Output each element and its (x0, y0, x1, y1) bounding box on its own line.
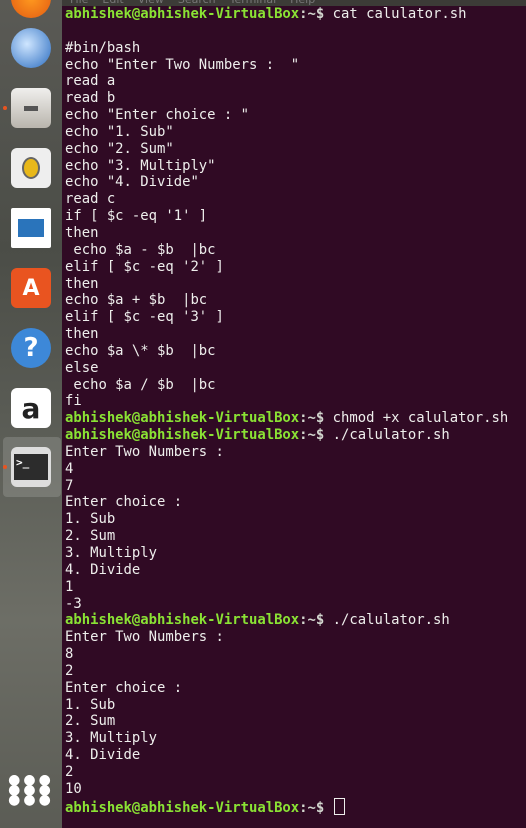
terminal-icon[interactable]: >_ (11, 447, 51, 487)
output-line: read c (65, 191, 116, 208)
prompt-user: abhishek@abhishek-VirtualBox (65, 427, 300, 444)
output-line: echo "4. Divide" (65, 174, 199, 191)
output-line: 8 (65, 646, 74, 663)
output-line: #bin/bash (65, 39, 141, 56)
output-line: 4. Divide (65, 747, 141, 764)
output-line: 4. Divide (65, 561, 141, 578)
output-line: then (65, 326, 99, 343)
output-line: read b (65, 90, 116, 107)
output-line: 2. Sum (65, 713, 116, 730)
prompt-symbol: :~$ (299, 427, 325, 444)
output-line: Enter Two Numbers : (65, 443, 224, 460)
output-line: echo "Enter Two Numbers : " (65, 56, 300, 73)
firefox-icon[interactable] (11, 0, 51, 18)
output-line: read a (65, 73, 116, 90)
output-line: 4 (65, 460, 74, 477)
ubuntu-software-icon[interactable]: A (11, 268, 51, 308)
output-line: then (65, 224, 99, 241)
output-line: 3. Multiply (65, 545, 157, 561)
output-line: elif [ $c -eq '2' ] (65, 258, 224, 275)
output-line: Enter choice : (65, 494, 183, 511)
output-line: if [ $c -eq '1' ] (65, 208, 208, 225)
output-line: fi (65, 393, 82, 410)
running-indicator (3, 106, 7, 110)
prompt-line: abhishek@abhishek-VirtualBox:~$ ./calula… (65, 427, 526, 444)
prompt-user: abhishek@abhishek-VirtualBox (65, 410, 300, 427)
output-line: 10 (65, 780, 82, 797)
command-text: cat calulator.sh (324, 6, 467, 22)
show-applications-icon[interactable]: ●●● ●●● ●●● (8, 770, 51, 810)
help-icon[interactable]: ? (11, 328, 51, 368)
output-line: 3. Multiply (65, 730, 157, 747)
output-line: echo $a \* $b |bc (65, 342, 216, 359)
output-line: 2. Sum (65, 528, 116, 545)
output-line: 2 (65, 763, 74, 780)
files-icon[interactable] (11, 88, 51, 128)
command-text: ./calulator.sh (324, 612, 450, 629)
thunderbird-icon[interactable] (11, 28, 51, 68)
output-line: Enter choice : (65, 679, 183, 696)
output-line: echo $a - $b |bc (65, 241, 216, 258)
output-line: echo "1. Sub" (65, 123, 174, 140)
command-text (324, 800, 332, 816)
prompt-line: abhishek@abhishek-VirtualBox:~$ cat calu… (65, 6, 526, 23)
prompt-user: abhishek@abhishek-VirtualBox (65, 799, 300, 816)
libreoffice-writer-icon[interactable] (11, 208, 51, 248)
output-line: 1 (65, 578, 74, 595)
text-cursor (333, 797, 345, 815)
amazon-icon[interactable]: a (11, 388, 51, 428)
output-line: echo "2. Sum" (65, 140, 174, 157)
rhythmbox-icon[interactable] (11, 148, 51, 188)
running-indicator (3, 465, 7, 469)
prompt-symbol: :~$ (299, 6, 325, 22)
prompt-line: abhishek@abhishek-VirtualBox:~$ ./calula… (65, 612, 526, 629)
launcher-dock: A ? a >_ ●●● ●●● ●●● (0, 0, 62, 828)
output-line: then (65, 275, 99, 292)
prompt-line: abhishek@abhishek-VirtualBox:~$ (65, 797, 526, 816)
output-line: 2 (65, 662, 74, 679)
output-line: 1. Sub (65, 511, 116, 528)
prompt-user: abhishek@abhishek-VirtualBox (65, 612, 300, 629)
output-line: echo $a + $b |bc (65, 292, 208, 309)
command-text: chmod +x calulator.sh (324, 410, 509, 427)
output-line: elif [ $c -eq '3' ] (65, 309, 224, 326)
output-line: Enter Two Numbers : (65, 629, 224, 646)
output-line: echo $a / $b |bc (65, 376, 216, 393)
prompt-symbol: :~$ (299, 612, 325, 629)
prompt-line: abhishek@abhishek-VirtualBox:~$ chmod +x… (65, 410, 526, 427)
output-line: echo "3. Multiply" (65, 157, 216, 174)
output-line: else (65, 359, 99, 376)
prompt-symbol: :~$ (299, 799, 325, 816)
output-line: echo "Enter choice : " (65, 107, 249, 124)
prompt-symbol: :~$ (299, 410, 325, 427)
command-text: ./calulator.sh (324, 427, 450, 444)
output-line: 7 (65, 477, 74, 494)
output-line: 1. Sub (65, 696, 116, 713)
output-line: -3 (65, 595, 82, 612)
prompt-user: abhishek@abhishek-VirtualBox (65, 6, 300, 22)
terminal-content[interactable]: abhishek@abhishek-VirtualBox:~$ cat calu… (62, 6, 526, 828)
